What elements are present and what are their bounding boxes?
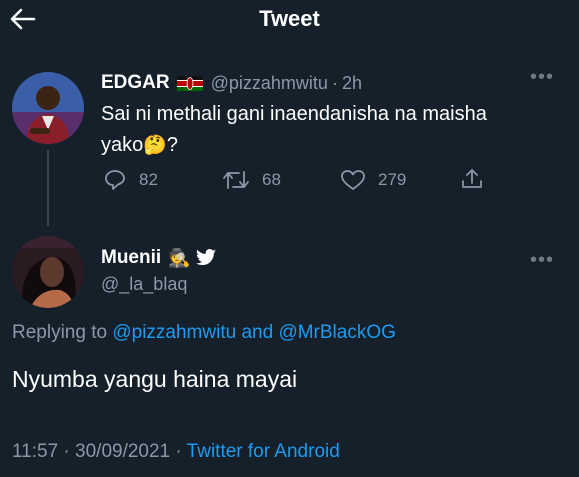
meta-separator: · — [331, 72, 338, 93]
more-options-button[interactable]: ••• — [530, 249, 554, 272]
thread-connector-line — [47, 150, 49, 226]
reply-tweet-header: Muenii 🕵 — [101, 245, 217, 271]
tweet-text-fragment: yako — [101, 134, 144, 156]
share-button[interactable] — [459, 166, 485, 197]
meta-separator: · — [63, 441, 70, 462]
more-options-button[interactable]: ••• — [530, 66, 554, 89]
share-icon — [462, 169, 482, 188]
tweet-time[interactable]: 11:57 — [12, 441, 58, 462]
author-name[interactable]: Muenii — [101, 247, 161, 269]
retweet-button[interactable]: 68 — [222, 168, 281, 192]
tweet-text-line: yako🤔? — [101, 130, 561, 161]
tweet-metadata-line: 11:57 · 30/09/2021 · Twitter for Android — [12, 441, 340, 463]
mention-link[interactable]: @MrBlackOG — [278, 322, 395, 343]
retweet-count: 68 — [262, 170, 281, 189]
meta-separator: · — [175, 441, 182, 462]
replying-to-line: Replying to @pizzahmwitu and @MrBlackOG — [12, 322, 396, 344]
muenii-avatar[interactable] — [12, 236, 84, 308]
author-handle[interactable]: @_la_blaq — [101, 274, 187, 295]
tweet-text-fragment: ? — [166, 134, 179, 156]
heart-icon — [341, 170, 365, 190]
reply-tweet-text: Nyumba yangu haina mayai — [12, 366, 298, 392]
page-title: Tweet — [259, 6, 320, 31]
reply-count: 82 — [139, 170, 158, 189]
tweet-time[interactable]: 2h — [342, 73, 362, 94]
tweet-date[interactable]: 30/09/2021 — [75, 441, 170, 462]
top-bar: Tweet — [0, 0, 579, 42]
tweet-text-line: Sai ni methali gani inaendanisha na mais… — [101, 103, 487, 125]
reply-icon — [105, 170, 125, 190]
parent-tweet-text: Sai ni methali gani inaendanisha na mais… — [101, 99, 561, 161]
kenya-flag-icon — [176, 75, 203, 91]
detective-emoji: 🕵 — [168, 247, 191, 268]
replying-to-label: Replying to — [12, 322, 108, 343]
like-count: 279 — [378, 170, 407, 189]
twitter-bird-icon — [195, 249, 216, 266]
reply-button[interactable]: 82 — [103, 168, 158, 192]
author-name[interactable]: EDGAR — [101, 72, 170, 94]
parent-tweet-header: EDGAR @pizzahmwitu · 2h — [101, 70, 362, 96]
and-text: and — [241, 322, 274, 343]
mention-link[interactable]: @pizzahmwitu — [112, 322, 236, 343]
retweet-icon — [223, 171, 249, 189]
like-button[interactable]: 279 — [340, 168, 406, 192]
author-handle[interactable]: @pizzahmwitu — [211, 73, 328, 94]
tweet-source-link[interactable]: Twitter for Android — [187, 441, 340, 462]
thinking-face-emoji: 🤔 — [143, 135, 167, 156]
edgar-avatar[interactable] — [12, 72, 84, 144]
